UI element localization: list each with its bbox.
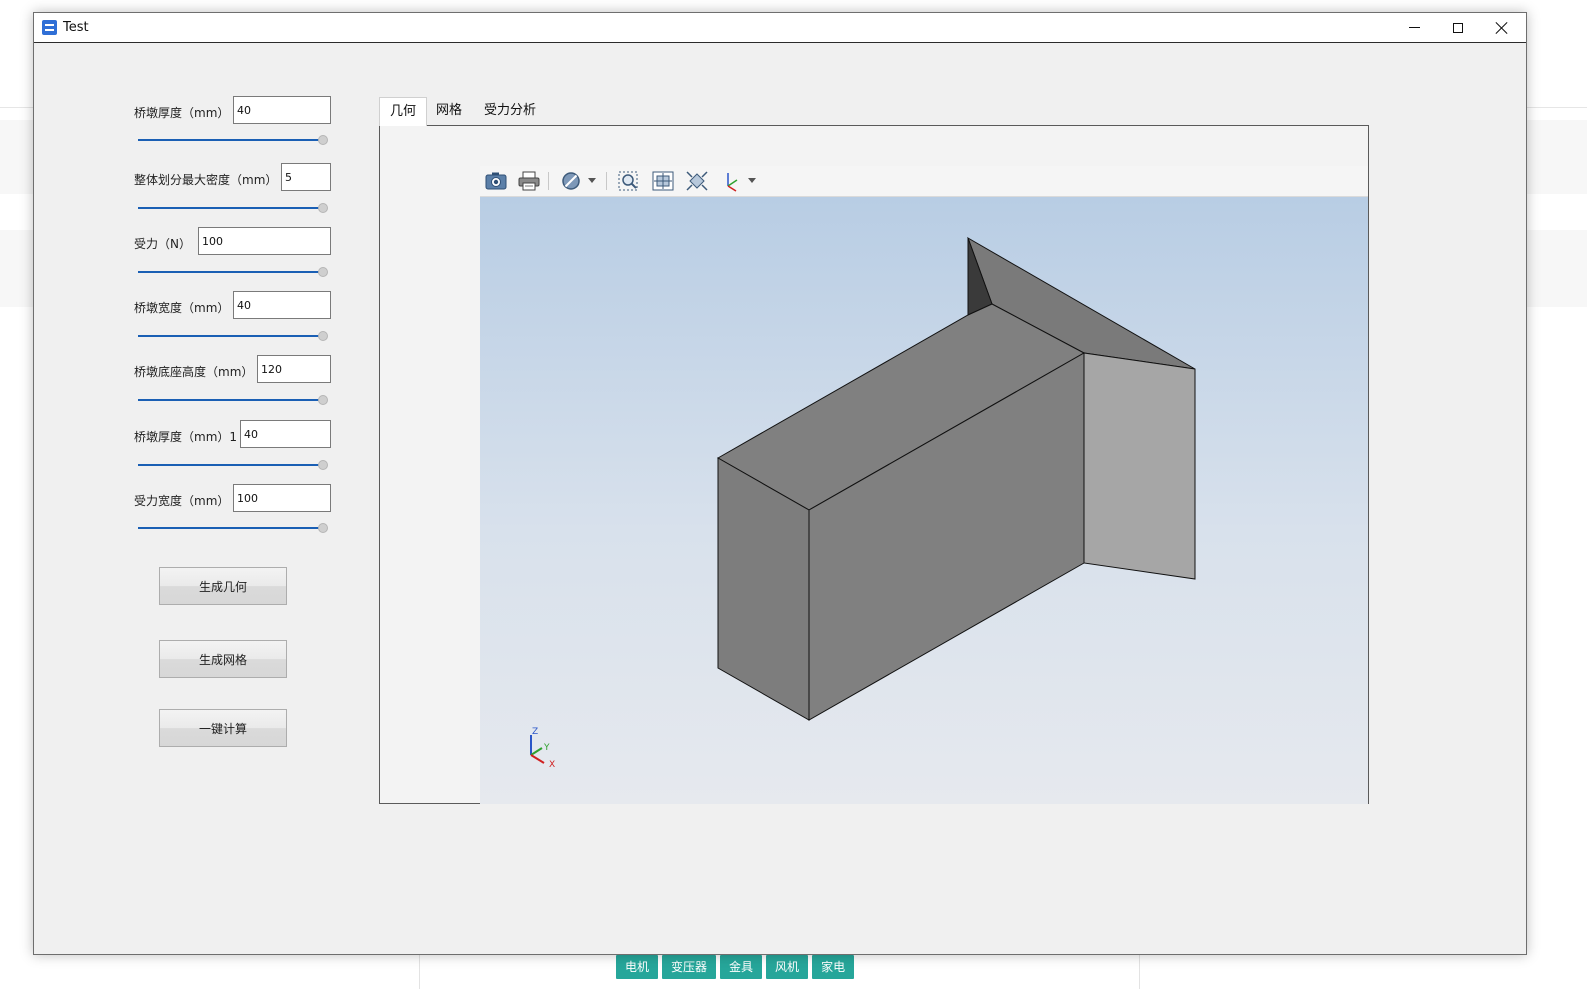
viewer-toolbar (480, 166, 1368, 197)
close-button[interactable] (1480, 13, 1524, 42)
compute-all-button[interactable]: 一键计算 (159, 709, 287, 747)
generate-mesh-button[interactable]: 生成网格 (159, 640, 287, 678)
pier-width-input[interactable] (233, 291, 331, 319)
maximize-button[interactable] (1436, 13, 1480, 42)
window-title: Test (63, 20, 89, 35)
slider-track (138, 399, 322, 401)
param-label-pier-thickness: 桥墩厚度（mm） (134, 106, 230, 120)
chevron-down-icon[interactable] (588, 178, 596, 184)
slider-handle[interactable] (318, 135, 328, 145)
base-height-slider[interactable] (138, 395, 328, 405)
tab-force-analysis[interactable]: 受力分析 (474, 97, 546, 125)
slider-track (138, 207, 322, 209)
slider-track (138, 335, 322, 337)
zoom-window-icon[interactable] (617, 170, 641, 192)
camera-icon[interactable] (484, 170, 508, 192)
pier-width-slider[interactable] (138, 331, 328, 341)
force-slider[interactable] (138, 267, 328, 277)
bottom-tag[interactable]: 家电 (812, 955, 855, 979)
app-window: Test 桥墩厚度（mm） 整体划分最大密度（mm） 受力（N） 桥墩宽度（mm… (33, 12, 1527, 955)
slider-track (138, 271, 322, 273)
slider-track (138, 527, 322, 529)
maximize-icon (1453, 22, 1463, 33)
force-input[interactable] (198, 227, 331, 255)
y-axis-line (530, 747, 543, 756)
slider-track (138, 464, 322, 466)
tab-mesh[interactable]: 网格 (426, 97, 472, 125)
chevron-down-icon[interactable] (748, 178, 756, 184)
bottom-tag[interactable]: 风机 (766, 955, 809, 979)
bottom-tag[interactable]: 金具 (720, 955, 763, 979)
bottom-tag[interactable]: 变压器 (662, 955, 717, 979)
bottom-tag-bar: 电机 变压器 金具 风机 家电 (616, 955, 855, 979)
pier-thickness-1-slider[interactable] (138, 460, 328, 470)
axis-view-icon[interactable] (720, 170, 744, 192)
param-label-force: 受力（N） (134, 237, 191, 251)
toolbar-separator (548, 172, 549, 190)
fit-all-icon[interactable] (651, 170, 675, 192)
display-mode-icon[interactable] (560, 170, 584, 192)
slider-handle[interactable] (318, 460, 328, 470)
3d-viewport[interactable]: Z Y X (480, 197, 1368, 804)
slider-handle[interactable] (318, 395, 328, 405)
print-icon[interactable] (517, 170, 541, 192)
3d-viewer: Z Y X (480, 166, 1368, 804)
generate-geometry-button[interactable]: 生成几何 (159, 567, 287, 605)
base-height-input[interactable] (257, 355, 331, 383)
param-label-pier-thickness-1: 桥墩厚度（mm）1 (134, 430, 238, 444)
param-label-force-width: 受力宽度（mm） (134, 494, 230, 508)
force-width-input[interactable] (233, 484, 331, 512)
slider-handle[interactable] (318, 267, 328, 277)
pier-thickness-1-input[interactable] (240, 420, 331, 448)
background-divider (1139, 955, 1140, 989)
slider-handle[interactable] (318, 331, 328, 341)
param-label-pier-width: 桥墩宽度（mm） (134, 301, 230, 315)
force-width-slider[interactable] (138, 523, 328, 533)
tab-geometry[interactable]: 几何 (379, 97, 428, 126)
bottom-tag[interactable]: 电机 (616, 955, 659, 979)
minimize-button[interactable] (1392, 13, 1436, 42)
pier-thickness-slider[interactable] (138, 135, 328, 145)
param-label-base-height: 桥墩底座高度（mm） (134, 365, 254, 379)
x-axis-label: X (549, 760, 555, 769)
axis-triad: Z Y X (530, 727, 555, 769)
pier-model (716, 236, 1196, 721)
slider-track (138, 139, 322, 141)
z-axis-label: Z (532, 727, 538, 737)
slider-handle[interactable] (318, 523, 328, 533)
title-bar[interactable]: Test (34, 13, 1526, 43)
geometry-tab-panel: Z Y X (379, 125, 1369, 804)
background-divider (419, 955, 420, 989)
param-label-mesh-density: 整体划分最大密度（mm） (134, 173, 278, 187)
toolbar-separator (606, 172, 607, 190)
minimize-icon (1408, 27, 1420, 28)
pier-thickness-input[interactable] (233, 96, 331, 124)
y-axis-label: Y (543, 743, 550, 753)
fit-selection-icon[interactable] (685, 170, 709, 192)
close-icon (1495, 21, 1509, 35)
app-icon (42, 20, 57, 35)
pier-wing-face (1083, 352, 1196, 580)
x-axis-line (530, 754, 545, 764)
mesh-density-slider[interactable] (138, 203, 328, 213)
slider-handle[interactable] (318, 203, 328, 213)
mesh-density-input[interactable] (281, 163, 331, 191)
